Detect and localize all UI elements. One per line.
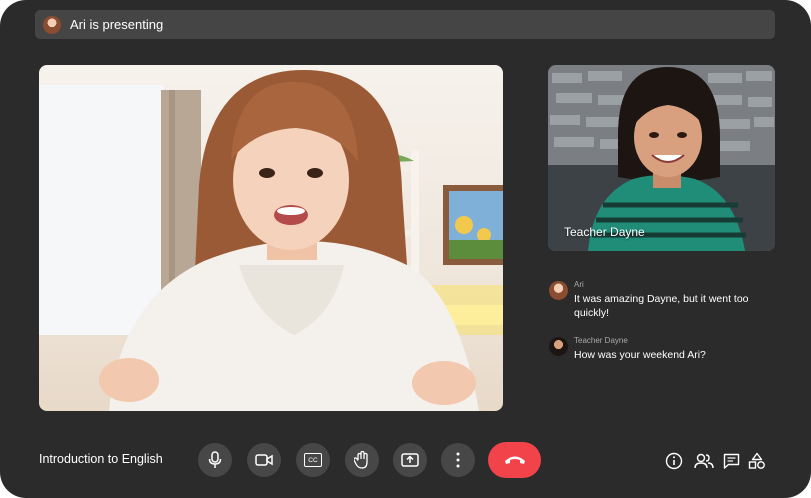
chat-text: How was your weekend Ari? bbox=[574, 349, 706, 361]
end-call-icon bbox=[504, 456, 525, 464]
people-button[interactable] bbox=[694, 451, 714, 471]
camera-icon bbox=[255, 454, 273, 466]
meeting-window: Ari is presenting Teacher Dayne Ari It w… bbox=[0, 0, 811, 498]
activities-icon bbox=[748, 452, 765, 469]
activities-button[interactable] bbox=[747, 451, 767, 471]
captions-button[interactable]: CC bbox=[296, 443, 330, 477]
present-screen-button[interactable] bbox=[393, 443, 427, 477]
presenting-banner: Ari is presenting bbox=[35, 10, 775, 39]
people-icon bbox=[694, 453, 714, 469]
more-options-icon bbox=[456, 452, 460, 468]
participant-name: Teacher Dayne bbox=[564, 225, 645, 239]
chat-button[interactable] bbox=[721, 451, 741, 471]
microphone-button[interactable] bbox=[198, 443, 232, 477]
info-icon bbox=[665, 452, 683, 470]
participant-video-feed bbox=[548, 65, 775, 251]
microphone-icon bbox=[208, 451, 222, 468]
chat-icon bbox=[723, 453, 739, 469]
presenting-label: Ari is presenting bbox=[70, 17, 164, 32]
participant-video-tile[interactable]: Teacher Dayne bbox=[548, 65, 775, 251]
sender-avatar bbox=[549, 281, 568, 300]
main-video-tile[interactable] bbox=[39, 65, 503, 411]
camera-button[interactable] bbox=[247, 443, 281, 477]
info-button[interactable] bbox=[664, 451, 684, 471]
presenter-avatar bbox=[43, 15, 61, 34]
meeting-title: Introduction to English bbox=[39, 452, 163, 466]
captions-icon-text: CC bbox=[308, 456, 318, 464]
chat-message: Ari It was amazing Dayne, but it went to… bbox=[549, 280, 775, 320]
main-video-feed bbox=[39, 70, 503, 411]
end-call-button[interactable] bbox=[488, 442, 541, 478]
chat-sender: Ari bbox=[574, 280, 584, 289]
sender-avatar bbox=[549, 337, 568, 356]
chat-message: Teacher Dayne How was your weekend Ari? bbox=[549, 336, 775, 362]
chat-sender: Teacher Dayne bbox=[574, 336, 628, 345]
more-options-button[interactable] bbox=[441, 443, 475, 477]
raise-hand-icon bbox=[354, 451, 368, 469]
chat-panel: Ari It was amazing Dayne, but it went to… bbox=[549, 280, 775, 378]
captions-icon: CC bbox=[304, 453, 322, 467]
present-screen-icon bbox=[401, 452, 419, 467]
chat-text: It was amazing Dayne, but it went too qu… bbox=[574, 293, 749, 319]
raise-hand-button[interactable] bbox=[345, 443, 379, 477]
